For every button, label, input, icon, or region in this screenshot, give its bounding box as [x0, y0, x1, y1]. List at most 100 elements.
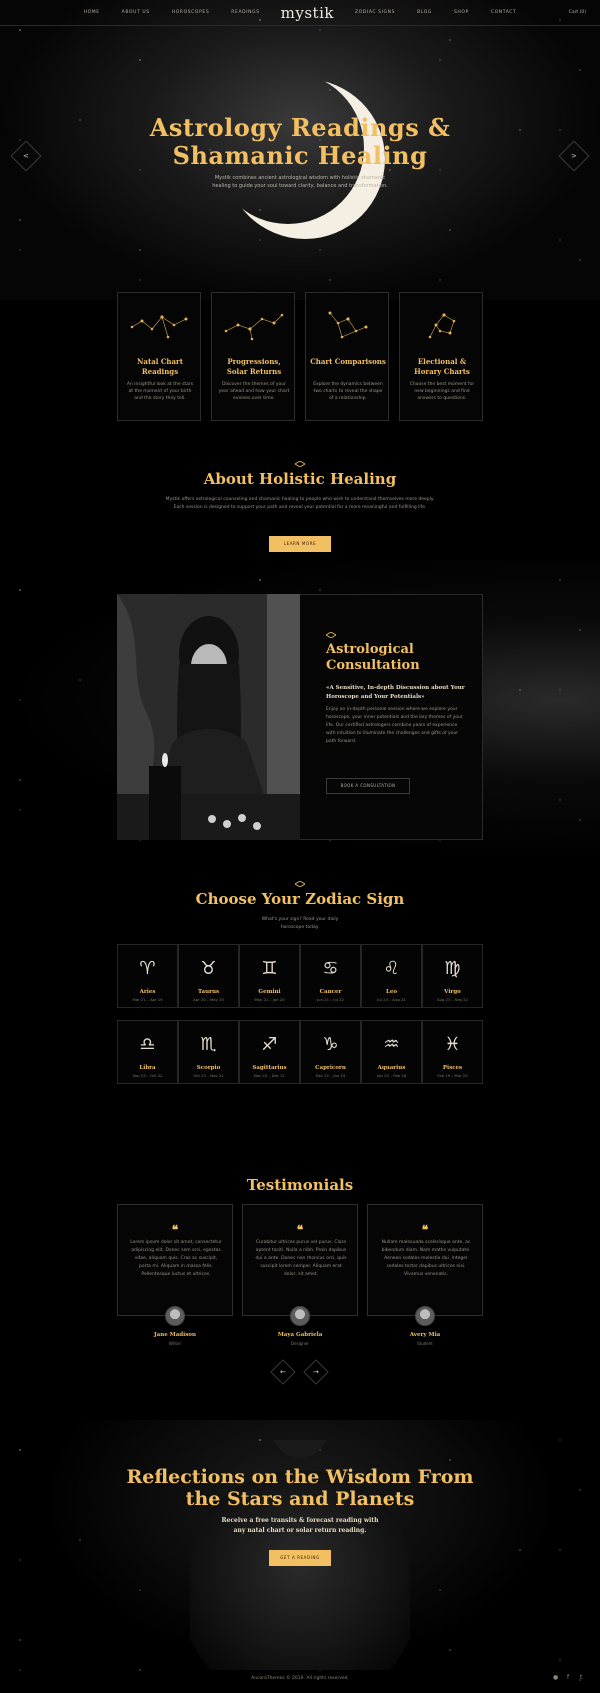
service-card[interactable]: Progressions, Solar Returns Discover the… — [211, 292, 295, 421]
zodiac-card-sagittarius[interactable]: ♐ Sagittarius Nov 22 – Dec 21 — [239, 1020, 300, 1084]
chevron-right-icon: > — [571, 152, 577, 160]
nav-link-about[interactable]: About Us — [122, 10, 150, 15]
zodiac-dates: Feb 19 – Mar 20 — [437, 1073, 468, 1078]
testimonials-next-button[interactable]: → — [303, 1359, 329, 1385]
reflections-title-line2: the Stars and Planets — [185, 1488, 415, 1510]
hero-title: Astrology Readings & Shamanic Healing — [0, 114, 600, 170]
zodiac-card-pisces[interactable]: ♓ Pisces Feb 19 – Mar 20 — [422, 1020, 483, 1084]
quote-icon: ❝ — [171, 1223, 179, 1237]
constellation-icon — [328, 311, 368, 339]
libra-icon: ♎ — [139, 1034, 156, 1055]
avatar — [165, 1306, 185, 1326]
cancer-icon: ♋ — [322, 958, 339, 979]
zodiac-name: Capricorn — [315, 1065, 346, 1071]
zodiac-card-capricorn[interactable]: ♑ Capricorn Dec 22 – Jan 19 — [300, 1020, 361, 1084]
zodiac-dates: Oct 23 – Nov 21 — [193, 1073, 224, 1078]
testimonial-role: Writer — [168, 1341, 182, 1346]
zodiac-name: Aries — [139, 989, 156, 995]
zodiac-dates: May 21 – Jun 20 — [254, 997, 285, 1002]
service-description: Discover the themes of your year ahead a… — [218, 382, 290, 401]
nav-link-blog[interactable]: Blog — [417, 10, 432, 15]
nav-link-readings[interactable]: Readings — [231, 10, 259, 15]
zodiac-card-leo[interactable]: ♌ Leo Jul 23 – Aug 22 — [361, 944, 422, 1008]
service-title: Natal Chart Readings — [137, 357, 183, 376]
zodiac-grid: ♈ Aries Mar 21 – Apr 19 ♉ Taurus Apr 20 – Ma… — [117, 944, 483, 1084]
zodiac-subtitle: What's your sign? Read your daily horosc… — [261, 917, 339, 930]
aquarius-icon: ♒ — [383, 1034, 400, 1055]
zodiac-card-taurus[interactable]: ♉ Taurus Apr 20 – May 20 — [178, 944, 239, 1008]
scorpio-icon: ♏ — [200, 1034, 217, 1055]
constellation-icon — [130, 315, 188, 339]
testimonial-name: Maya Gabriela — [277, 1332, 323, 1338]
zodiac-dates: Mar 21 – Apr 19 — [132, 997, 163, 1002]
avatar — [415, 1306, 435, 1326]
testimonial-name: Jane Madison — [154, 1332, 196, 1338]
gemini-icon: ♊ — [261, 958, 278, 979]
testimonials-prev-button[interactable]: ← — [270, 1359, 296, 1385]
zodiac-dates: Jan 20 – Feb 18 — [377, 1073, 406, 1078]
get-reading-button[interactable]: Get a Reading — [269, 1550, 331, 1566]
zodiac-card-virgo[interactable]: ♍ Virgo Aug 23 – Sep 22 — [422, 944, 483, 1008]
nav-link-home[interactable]: Home — [84, 10, 100, 15]
zodiac-card-aquarius[interactable]: ♒ Aquarius Jan 20 – Feb 18 — [361, 1020, 422, 1084]
zodiac-name: Sagittarius — [252, 1065, 287, 1071]
service-title: Chart Comparisons — [310, 357, 386, 366]
testimonial-role: Designer — [291, 1341, 309, 1346]
consultation-subtitle: «A Sensitive, In-depth Discussion about … — [326, 685, 465, 700]
twitter-icon[interactable]: t — [580, 1674, 582, 1681]
zodiac-dates: Dec 22 – Jan 19 — [315, 1073, 346, 1078]
service-description: Explore the dynamics between two charts … — [313, 382, 383, 401]
zodiac-dates: Aug 23 – Sep 22 — [437, 997, 468, 1002]
zodiac-card-aries[interactable]: ♈ Aries Mar 21 – Apr 19 — [117, 944, 178, 1008]
service-description: An insightful look at the stars at the m… — [126, 382, 194, 401]
nav-link-horoscopes[interactable]: Horoscopes — [172, 10, 210, 15]
service-card[interactable]: Natal Chart Readings An insightful look … — [117, 292, 201, 421]
aries-icon: ♈ — [139, 958, 156, 979]
reflections-subtitle: Receive a free transits & forecast readi… — [221, 1517, 379, 1534]
testimonial-name: Avery Mia — [409, 1332, 441, 1338]
reflections-title: Reflections on the Wisdom From the Stars… — [0, 1466, 600, 1510]
service-card[interactable]: Electional & Horary Charts Choose the be… — [399, 292, 483, 421]
service-title: Progressions, Solar Returns — [226, 357, 282, 376]
taurus-icon: ♉ — [200, 958, 217, 979]
testimonial-card: ❝ Curabitur ultrices purus vel purus. Cla… — [242, 1204, 358, 1316]
instagram-icon[interactable]: ● — [553, 1674, 558, 1681]
testimonial-card: ❝ Lorem ipsum dolor sit amet, consectetur… — [117, 1204, 233, 1316]
service-card[interactable]: Chart Comparisons Explore the dynamics b… — [305, 292, 389, 421]
diamond-ornament-icon — [295, 881, 305, 887]
chevron-left-icon: < — [23, 152, 29, 160]
nav-link-shop[interactable]: Shop — [454, 10, 469, 15]
facebook-icon[interactable]: f — [567, 1674, 569, 1681]
zodiac-dates: Jun 21 – Jul 22 — [317, 997, 344, 1002]
zodiac-name: Leo — [385, 989, 398, 995]
zodiac-dates: Jul 23 – Aug 22 — [377, 997, 406, 1002]
consultation-photo — [117, 594, 300, 840]
nav-link-zodiac[interactable]: Zodiac Signs — [355, 10, 395, 15]
zodiac-card-libra[interactable]: ♎ Libra Sep 23 – Oct 22 — [117, 1020, 178, 1084]
zodiac-card-cancer[interactable]: ♋ Cancer Jun 21 – Jul 22 — [300, 944, 361, 1008]
zodiac-dates: Nov 22 – Dec 21 — [253, 1073, 286, 1078]
zodiac-card-gemini[interactable]: ♊ Gemini May 21 – Jun 20 — [239, 944, 300, 1008]
zodiac-name: Aquarius — [377, 1065, 406, 1071]
consultation-title: Astrological Consultation — [326, 642, 420, 673]
diamond-ornament-icon — [326, 632, 336, 638]
reflections-title-line1: Reflections on the Wisdom From — [126, 1466, 474, 1488]
zodiac-card-scorpio[interactable]: ♏ Scorpio Oct 23 – Nov 21 — [178, 1020, 239, 1084]
virgo-icon: ♍ — [444, 958, 461, 979]
site-logo[interactable]: mystik — [281, 4, 334, 22]
nav-link-contact[interactable]: Contact — [491, 10, 517, 15]
service-title: Electional & Horary Charts — [414, 357, 470, 376]
top-nav: Home About Us Horoscopes Readings mystik… — [0, 0, 600, 26]
arrow-left-icon: ← — [280, 1368, 286, 1376]
learn-more-button[interactable]: Learn More — [269, 536, 331, 552]
service-description: Choose the best moment for new beginning… — [409, 382, 475, 401]
arrow-right-icon: → — [313, 1368, 319, 1376]
about-text: Mystik offers astrological counseling an… — [165, 497, 435, 510]
zodiac-title: Choose Your Zodiac Sign — [195, 890, 405, 908]
sagittarius-icon: ♐ — [261, 1034, 278, 1055]
testimonials-title: Testimonials — [246, 1176, 354, 1194]
pisces-icon: ♓ — [444, 1034, 461, 1055]
cart-link[interactable]: Cart (0) — [569, 10, 586, 15]
book-consultation-button[interactable]: Book a Consultation — [326, 778, 410, 794]
testimonial-quote: Nullam malesuada scelerisque ante, ac bi… — [381, 1240, 471, 1277]
